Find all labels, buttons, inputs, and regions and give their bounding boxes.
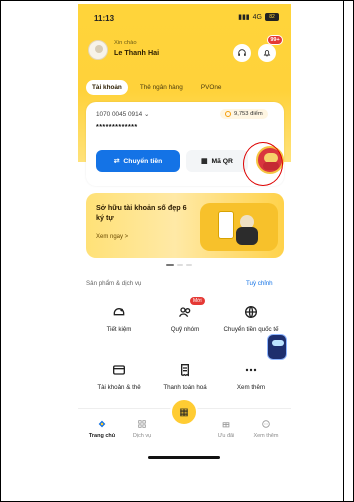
pagination-dot bbox=[186, 264, 192, 266]
home-icon bbox=[98, 420, 106, 428]
pagination-dot-active bbox=[166, 264, 174, 266]
nav-offers[interactable]: Ưu đãi bbox=[206, 419, 246, 439]
globe-icon bbox=[245, 306, 257, 318]
banner-phone-illustration bbox=[218, 211, 234, 239]
card-icon bbox=[113, 365, 125, 375]
product-label: Tài khoản & thẻ bbox=[97, 384, 141, 391]
support-button[interactable] bbox=[233, 44, 251, 62]
qr-button[interactable]: ▦ Mã QR bbox=[186, 150, 248, 172]
phone-screen: 11:13 ▮▮▮ 4G 82 Xin chào Le Thanh Hai 99… bbox=[78, 4, 291, 464]
status-icons: ▮▮▮ 4G 82 bbox=[238, 13, 279, 21]
avatar[interactable] bbox=[88, 40, 108, 60]
product-label: Quỹ nhóm bbox=[170, 326, 200, 333]
home-indicator bbox=[148, 456, 220, 459]
assistant-robot[interactable] bbox=[267, 334, 287, 360]
more-icon bbox=[245, 368, 257, 372]
savings-icon bbox=[113, 308, 125, 316]
product-international-transfer[interactable]: Chuyển tiền quốc tế bbox=[218, 304, 284, 333]
product-label: Tiết kiệm bbox=[106, 326, 132, 333]
nav-label: Dịch vụ bbox=[132, 433, 152, 439]
nav-label: Xem thêm bbox=[253, 433, 279, 439]
product-bill-payment[interactable]: Thanh toán hoá bbox=[152, 362, 218, 391]
frame-divider bbox=[343, 0, 344, 502]
network-type: 4G bbox=[252, 13, 262, 21]
transfer-button[interactable]: ⇄ Chuyển tiền bbox=[96, 150, 180, 172]
banner-person-body bbox=[236, 227, 258, 245]
tab-account[interactable]: Tài khoản bbox=[86, 80, 128, 95]
nav-more[interactable]: Xem thêm bbox=[246, 419, 286, 439]
signal-icon: ▮▮▮ bbox=[238, 14, 250, 21]
product-more[interactable]: Xem thêm bbox=[218, 362, 284, 391]
bell-icon bbox=[263, 50, 271, 57]
product-label: Xem thêm bbox=[236, 384, 266, 391]
grid-icon bbox=[138, 420, 146, 428]
transfer-icon: ⇄ bbox=[113, 158, 120, 165]
notification-button[interactable] bbox=[258, 44, 276, 62]
products-title: Sản phẩm & dịch vụ bbox=[86, 280, 142, 287]
nav-home[interactable]: Trang chủ bbox=[82, 419, 122, 439]
tab-bank-card[interactable]: Thẻ ngân hàng bbox=[134, 80, 189, 95]
banner-illustration bbox=[200, 203, 278, 251]
promo-banner[interactable]: Sở hữu tài khoản số đẹp 6 ký tự Xem ngay… bbox=[86, 193, 284, 258]
banner-pagination bbox=[166, 264, 192, 266]
account-number-text: 1070 0045 0914 bbox=[96, 111, 143, 118]
status-bar: 11:13 ▮▮▮ 4G 82 bbox=[78, 4, 291, 32]
more-circle-icon bbox=[262, 420, 270, 428]
banner-title: Sở hữu tài khoản số đẹp 6 ký tự bbox=[96, 203, 187, 222]
product-savings[interactable]: Tiết kiệm bbox=[86, 304, 152, 333]
new-badge: Mới bbox=[190, 297, 205, 305]
nav-label: Trang chủ bbox=[88, 433, 116, 439]
points-badge[interactable]: 9,753 điểm bbox=[220, 109, 268, 119]
masked-balance[interactable]: ************* bbox=[96, 122, 138, 131]
status-time: 11:13 bbox=[94, 14, 115, 23]
account-tabs: Tài khoản Thẻ ngân hàng PVOne bbox=[86, 80, 227, 95]
user-name: Le Thanh Hai bbox=[114, 48, 160, 57]
customize-link[interactable]: Tuỳ chỉnh bbox=[246, 280, 273, 287]
headset-icon bbox=[238, 49, 246, 56]
tab-pvone[interactable]: PVOne bbox=[195, 80, 228, 95]
nav-services[interactable]: Dịch vụ bbox=[122, 419, 162, 439]
group-fund-icon bbox=[179, 307, 191, 318]
pagination-dot bbox=[177, 264, 183, 266]
account-number[interactable]: 1070 0045 0914 ⌄ bbox=[96, 110, 149, 118]
scan-icon: ▦ bbox=[179, 406, 189, 418]
chevron-down-icon: ⌄ bbox=[143, 111, 150, 118]
qr-label: Mã QR bbox=[211, 157, 233, 165]
battery-icon: 82 bbox=[265, 13, 279, 21]
product-label: Chuyển tiền quốc tế bbox=[223, 326, 279, 333]
transfer-label: Chuyển tiền bbox=[123, 157, 163, 165]
points-text: 9,753 điểm bbox=[234, 111, 263, 117]
nav-label: Ưu đãi bbox=[217, 433, 235, 439]
product-label: Thanh toán hoá bbox=[163, 384, 207, 391]
notification-badge: 99+ bbox=[267, 35, 283, 45]
highlight-circle bbox=[243, 142, 283, 186]
greeting-text: Xin chào bbox=[114, 40, 137, 46]
product-account-card[interactable]: Tài khoản & thẻ bbox=[86, 362, 152, 391]
qr-icon: ▦ bbox=[201, 158, 208, 165]
scan-qr-button[interactable]: ▦ bbox=[170, 398, 198, 426]
gift-icon bbox=[222, 422, 230, 428]
bill-icon bbox=[181, 364, 189, 377]
product-group-fund[interactable]: Mới Quỹ nhóm bbox=[152, 297, 218, 333]
banner-link[interactable]: Xem ngay > bbox=[96, 234, 128, 240]
coin-icon bbox=[225, 111, 231, 117]
